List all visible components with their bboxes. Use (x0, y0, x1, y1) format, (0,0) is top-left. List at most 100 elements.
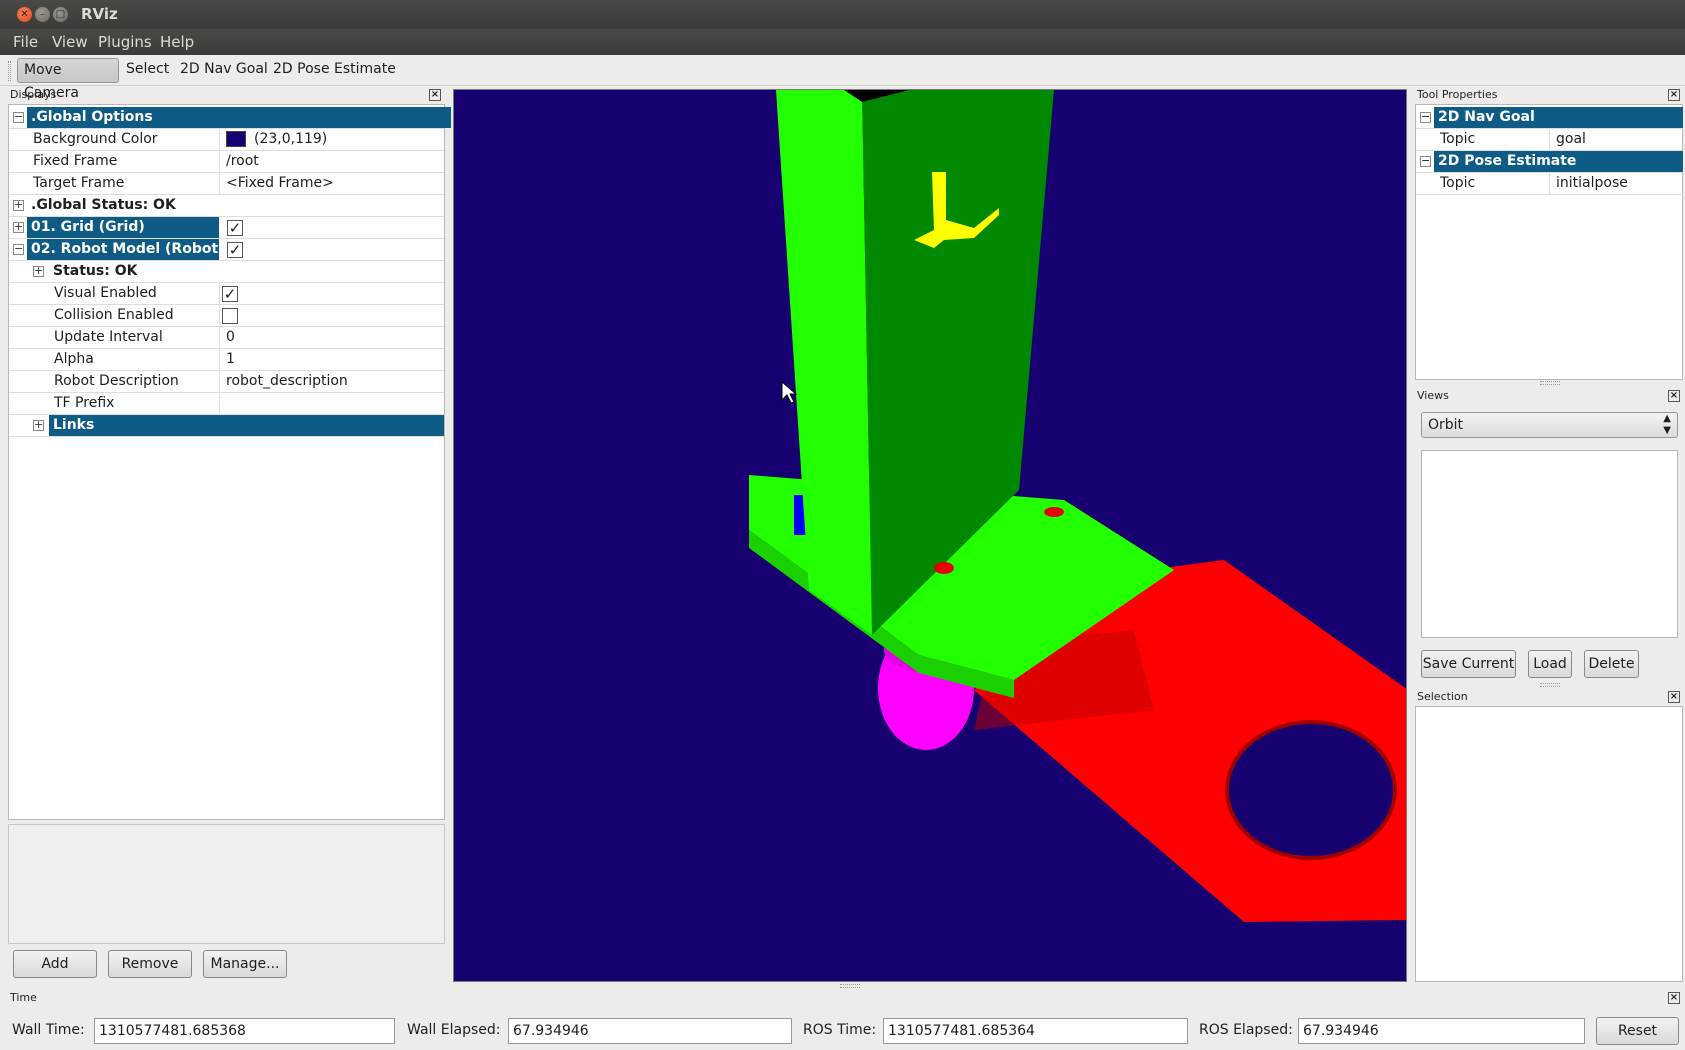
nav-goal-topic-row[interactable]: Topic goal (1416, 129, 1683, 151)
grid-display-row[interactable]: + 01. Grid (Grid) ✓ (9, 217, 444, 239)
fixed-frame-label: Fixed Frame (33, 153, 118, 169)
saved-views-list[interactable] (1421, 450, 1678, 638)
pose-estimate-tool[interactable]: 2D Pose Estimate (267, 58, 402, 83)
color-swatch[interactable] (226, 131, 246, 147)
check-icon[interactable]: ✓ (227, 242, 243, 258)
grid-display-label: 01. Grid (Grid) (27, 217, 219, 238)
grid-enabled-cell: ✓ (219, 217, 444, 238)
tool-properties-tree: − 2D Nav Goal Topic goal − 2D Pose Estim… (1415, 104, 1683, 380)
menu-help[interactable]: Help (160, 33, 194, 51)
tf-prefix-row[interactable]: TF Prefix (9, 393, 444, 415)
check-icon[interactable]: ✓ (227, 220, 243, 236)
splitter-handle[interactable] (1540, 381, 1560, 385)
manage-displays-button[interactable]: Manage... (203, 950, 287, 978)
wall-time-field[interactable]: 1310577481.685368 (94, 1018, 395, 1044)
splitter-handle[interactable] (1540, 683, 1560, 687)
links-label: Links (49, 415, 444, 436)
ros-elapsed-field[interactable]: 67.934946 (1298, 1018, 1585, 1044)
panel-close-icon[interactable]: × (1668, 89, 1680, 101)
collision-enabled-row[interactable]: Collision Enabled (9, 305, 444, 327)
displays-panel-header: Displays (7, 87, 447, 103)
menu-view[interactable]: View (52, 33, 88, 51)
pose-estimate-topic-row[interactable]: Topic initialpose (1416, 173, 1683, 195)
view-type-value: Orbit (1428, 417, 1464, 433)
robot-model-render (749, 90, 1406, 922)
robot-description-row[interactable]: Robot Description robot_description (9, 371, 444, 393)
pose-estimate-topic-value[interactable]: initialpose (1549, 173, 1683, 194)
save-current-view-button[interactable]: Save Current (1421, 650, 1516, 678)
collapse-icon[interactable]: − (1420, 155, 1431, 167)
global-options-row[interactable]: − .Global Options (9, 107, 451, 129)
nav-goal-tool[interactable]: 2D Nav Goal (174, 58, 274, 83)
nav-goal-row[interactable]: − 2D Nav Goal (1416, 107, 1683, 129)
target-frame-value[interactable]: <Fixed Frame> (219, 173, 444, 194)
unchecked-box[interactable] (222, 308, 238, 324)
robot-status-label: Status: OK (53, 263, 138, 279)
update-interval-value[interactable]: 0 (219, 327, 444, 348)
minimize-icon[interactable]: – (35, 7, 50, 22)
global-status-label: .Global Status: OK (31, 197, 176, 213)
visual-enabled-row[interactable]: Visual Enabled ✓ (9, 283, 444, 305)
update-interval-row[interactable]: Update Interval 0 (9, 327, 444, 349)
panel-close-icon[interactable]: × (1668, 691, 1680, 703)
reset-time-button[interactable]: Reset (1596, 1017, 1679, 1045)
target-frame-row[interactable]: Target Frame <Fixed Frame> (9, 173, 444, 195)
expand-icon[interactable]: + (33, 265, 44, 277)
load-view-button[interactable]: Load (1528, 650, 1572, 678)
panel-close-icon[interactable]: × (429, 89, 441, 101)
panel-close-icon[interactable]: × (1668, 390, 1680, 402)
collapse-icon[interactable]: − (13, 111, 24, 123)
nav-goal-topic-label: Topic (1440, 131, 1476, 147)
check-icon[interactable]: ✓ (222, 286, 238, 302)
alpha-value[interactable]: 1 (219, 349, 444, 370)
alpha-row[interactable]: Alpha 1 (9, 349, 444, 371)
fixed-frame-row[interactable]: Fixed Frame /root (9, 151, 444, 173)
collapse-icon[interactable]: − (13, 243, 24, 255)
global-status-row[interactable]: + .Global Status: OK (9, 195, 444, 217)
robot-model-row[interactable]: − 02. Robot Model (Robot M ✓ (9, 239, 444, 261)
menu-bar: File View Plugins Help (0, 29, 1685, 55)
background-color-row[interactable]: Background Color (23,0,119) (9, 129, 444, 151)
background-color-label: Background Color (33, 131, 158, 147)
property-description-box (8, 824, 445, 944)
ros-elapsed-label: ROS Elapsed: (1199, 1022, 1293, 1038)
menu-plugins[interactable]: Plugins (98, 33, 152, 51)
nav-goal-label: 2D Nav Goal (1434, 107, 1683, 128)
nav-goal-topic-value[interactable]: goal (1549, 129, 1683, 150)
select-tool[interactable]: Select (120, 58, 175, 83)
background-color-value[interactable]: (23,0,119) (219, 129, 444, 150)
wall-elapsed-field[interactable]: 67.934946 (508, 1018, 792, 1044)
tool-properties-title: Tool Properties (1417, 88, 1498, 101)
delete-view-button[interactable]: Delete (1584, 650, 1639, 678)
splitter-handle[interactable] (840, 984, 860, 988)
robot-description-value[interactable]: robot_description (219, 371, 444, 392)
update-interval-label: Update Interval (54, 329, 163, 345)
robot-status-row[interactable]: + Status: OK (9, 261, 444, 283)
remove-display-button[interactable]: Remove (108, 950, 192, 978)
robot-description-label: Robot Description (54, 373, 179, 389)
collision-enabled-label: Collision Enabled (54, 307, 174, 323)
tf-prefix-label: TF Prefix (54, 395, 115, 411)
pose-estimate-row[interactable]: − 2D Pose Estimate (1416, 151, 1683, 173)
expand-icon[interactable]: + (13, 221, 24, 233)
toolbar-grip[interactable] (8, 61, 11, 81)
maximize-icon[interactable]: □ (53, 7, 68, 22)
panel-close-icon[interactable]: × (1668, 992, 1680, 1004)
close-icon[interactable]: ✕ (17, 7, 32, 22)
collision-enabled-cell (219, 305, 444, 326)
ros-time-field[interactable]: 1310577481.685364 (883, 1018, 1188, 1044)
tf-prefix-value[interactable] (219, 393, 444, 414)
target-frame-label: Target Frame (33, 175, 125, 191)
collapse-icon[interactable]: − (1420, 111, 1431, 123)
render-viewport[interactable] (453, 89, 1407, 982)
expand-icon[interactable]: + (13, 199, 24, 211)
fixed-frame-value[interactable]: /root (219, 151, 444, 172)
view-type-select[interactable]: Orbit ▲ ▼ (1421, 412, 1678, 438)
move-camera-tool[interactable]: Move Camera (17, 58, 119, 101)
expand-icon[interactable]: + (33, 419, 44, 431)
add-display-button[interactable]: Add (13, 950, 97, 978)
wall-elapsed-label: Wall Elapsed: (407, 1022, 501, 1038)
displays-tree: − .Global Options Background Color (23,0… (8, 104, 451, 820)
links-row[interactable]: + Links (9, 415, 444, 437)
menu-file[interactable]: File (13, 33, 38, 51)
